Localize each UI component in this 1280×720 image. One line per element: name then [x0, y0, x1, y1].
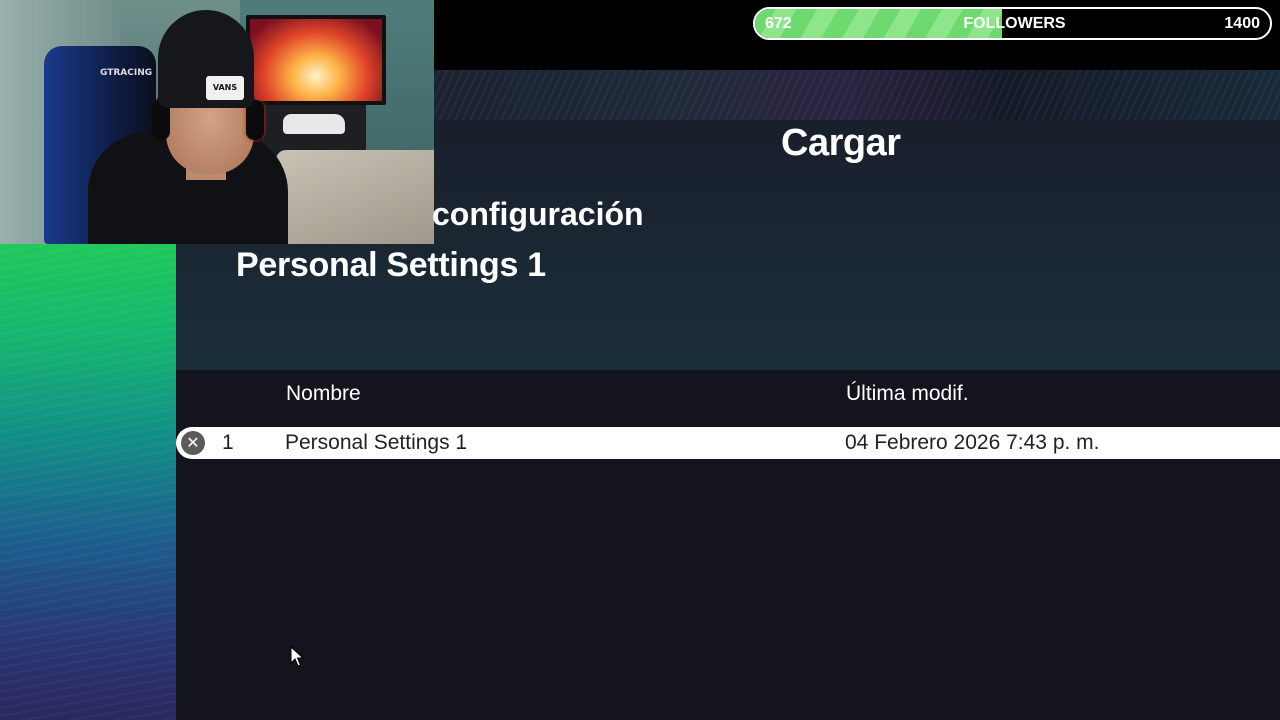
left-gradient-panel: [0, 244, 176, 720]
followers-label: FOLLOWERS: [963, 15, 1066, 32]
row-modified: 04 Febrero 2026 7:43 p. m.: [845, 431, 1100, 454]
row-name: Personal Settings 1: [285, 431, 468, 454]
chair-logo: GTRACING: [100, 68, 153, 78]
column-header-name: Nombre: [286, 382, 361, 405]
webcam-overlay: GTRACING VANS: [0, 0, 434, 244]
config-label: configuración: [432, 196, 644, 232]
column-header-modified: Última modif.: [846, 382, 969, 405]
table-row[interactable]: ✕ 1 Personal Settings 1 04 Febrero 2026 …: [176, 427, 1280, 459]
page-title: Cargar: [781, 122, 901, 164]
webcam-fireplace-screen: [250, 19, 382, 101]
row-index: 1: [222, 431, 234, 454]
table-header: Nombre Última modif.: [176, 370, 1280, 426]
followers-goal: 1400: [1224, 15, 1260, 32]
mouse-cursor-icon: [290, 646, 304, 667]
webcam-bed: [276, 150, 434, 244]
followers-goal-bar: 672 FOLLOWERS 1400: [753, 7, 1272, 40]
selected-config-name: Personal Settings 1: [236, 246, 546, 284]
beanie-logo: VANS: [206, 76, 244, 100]
close-circle-icon[interactable]: ✕: [181, 431, 205, 455]
webcam-toy-car: [283, 114, 345, 134]
